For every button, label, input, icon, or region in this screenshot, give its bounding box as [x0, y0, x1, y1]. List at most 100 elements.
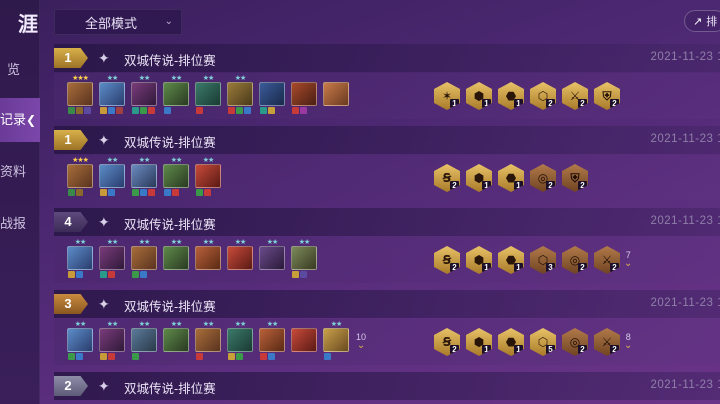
champion-unit[interactable]: ★★: [162, 75, 190, 117]
more-traits-toggle[interactable]: 7 ⌄: [624, 250, 632, 269]
match-card[interactable]: 4 ✦ 双城传说-排位赛 2021-11-23 1 ★★ ★★ ★★ ★★ ★★…: [54, 208, 720, 286]
match-card[interactable]: 1 ✦ 双城传说-排位赛 2021-11-23 1 ★★★ ★★ ★★ ★★ ★…: [54, 44, 720, 122]
champion-unit[interactable]: ★★: [226, 321, 254, 363]
trait-badge[interactable]: ◎ 2: [530, 164, 556, 192]
trait-badge[interactable]: Ꞩ2: [434, 164, 460, 192]
champion-unit[interactable]: ★★: [130, 321, 158, 363]
trait-badge[interactable]: ⬡ 5: [530, 328, 556, 356]
trait-count: 2: [610, 99, 619, 108]
champion-unit[interactable]: [258, 75, 286, 117]
sidebar: 涯 览 记录 ❮ 资料 战报: [0, 0, 40, 404]
trait-count: 5: [546, 345, 555, 354]
champion-unit[interactable]: ★★: [258, 239, 286, 281]
champion-unit[interactable]: [322, 75, 350, 117]
trait-badge[interactable]: ⬢ 1: [466, 246, 492, 274]
chevron-left-icon: ❮: [26, 113, 37, 127]
trait-badge[interactable]: ⛨ 2: [594, 82, 620, 110]
champion-unit[interactable]: ★★: [162, 321, 190, 363]
placement-badge: 2: [54, 376, 88, 396]
trait-badge[interactable]: ⬡ 2: [530, 82, 556, 110]
sidebar-item-overview[interactable]: 览: [0, 48, 40, 92]
unit-list: ★★★ ★★ ★★ ★★ ★★ ★★: [66, 75, 350, 117]
match-card[interactable]: 3 ✦ 双城传说-排位赛 2021-11-23 1 ★★ ★★ ★★ ★★ ★★…: [54, 290, 720, 368]
trait-count: 2: [610, 345, 619, 354]
sidebar-item-label: 览: [6, 62, 20, 77]
match-card[interactable]: 1 ✦ 双城传说-排位赛 2021-11-23 1 ★★★ ★★ ★★ ★★ ★…: [54, 126, 720, 204]
rank-trend-button[interactable]: ↗ 排: [684, 10, 720, 32]
trait-badge[interactable]: ◎ 2: [562, 246, 588, 274]
match-header: 2 ✦ 双城传说-排位赛 2021-11-23 1: [54, 372, 720, 400]
mode-emblem-icon: ✦: [98, 296, 110, 312]
champion-unit[interactable]: ★★: [194, 321, 222, 363]
trait-badge[interactable]: Ꞩ2: [434, 246, 460, 274]
trait-list: Ꞩ2 ⬢ 1 ⬣ 1 ⬡ 3 ◎ 2 ⚔ 2: [434, 246, 620, 274]
match-mode: 双城传说-排位赛: [124, 218, 216, 232]
champion-unit[interactable]: ★★: [258, 321, 286, 363]
trait-count: 2: [578, 181, 587, 190]
champion-unit[interactable]: [290, 321, 318, 363]
champion-unit[interactable]: ★★: [130, 75, 158, 117]
more-traits-toggle[interactable]: 8 ⌄: [624, 332, 632, 351]
trait-badge[interactable]: ⚔ 2: [594, 328, 620, 356]
champion-unit[interactable]: ★★★: [66, 75, 94, 117]
trait-count: 1: [514, 345, 523, 354]
trait-badge[interactable]: ⚔ 2: [562, 82, 588, 110]
champion-unit[interactable]: ★★: [194, 239, 222, 281]
champion-unit[interactable]: ★★: [66, 239, 94, 281]
mode-filter-value: 全部模式: [85, 15, 138, 31]
trait-badge[interactable]: ⛨ 2: [562, 164, 588, 192]
trait-badge[interactable]: ⬢ 1: [466, 82, 492, 110]
trait-badge[interactable]: Ꞩ2: [434, 328, 460, 356]
sidebar-item-reports[interactable]: 战报: [0, 202, 40, 246]
match-card[interactable]: 2 ✦ 双城传说-排位赛 2021-11-23 1: [54, 372, 720, 404]
champion-unit[interactable]: ★★: [194, 75, 222, 117]
champion-unit[interactable]: ★★: [98, 157, 126, 199]
more-units-toggle[interactable]: 10 ⌄: [356, 332, 366, 351]
mode-emblem-icon: ✦: [98, 132, 110, 148]
trait-badge[interactable]: ⚔ 2: [594, 246, 620, 274]
champion-unit[interactable]: ★★: [162, 239, 190, 281]
match-mode: 双城传说-排位赛: [124, 136, 216, 150]
trait-badge[interactable]: ⬢ 1: [466, 164, 492, 192]
champion-unit[interactable]: [290, 75, 318, 117]
trait-badge[interactable]: ◎ 2: [562, 328, 588, 356]
champion-unit[interactable]: ★★: [98, 321, 126, 363]
sidebar-item-profile[interactable]: 资料: [0, 150, 40, 194]
match-date: 2021-11-23 1: [650, 297, 720, 309]
match-body: ★★ ★★ ★★ ★★ ★★ ★★ ★★ ★★ Ꞩ2 ⬢ 1 ⬣ 1 ⬡ 3 ◎ 2 ⚔…: [54, 237, 720, 283]
champion-unit[interactable]: ★★: [194, 157, 222, 199]
champion-unit[interactable]: ★★: [130, 157, 158, 199]
champion-unit[interactable]: ★★: [66, 321, 94, 363]
champion-unit[interactable]: ★★: [98, 75, 126, 117]
champion-unit[interactable]: ★★: [98, 239, 126, 281]
champion-unit[interactable]: ★★: [290, 239, 318, 281]
match-date: 2021-11-23 1: [650, 215, 720, 227]
match-date: 2021-11-23 1: [650, 51, 720, 63]
rank-button-label: 排: [706, 16, 718, 28]
trait-badge[interactable]: ⬣ 1: [498, 82, 524, 110]
mode-filter-select[interactable]: 全部模式 ⌄: [54, 9, 182, 35]
champion-unit[interactable]: ★★: [226, 75, 254, 117]
match-mode: 双城传说-排位赛: [124, 54, 216, 68]
champion-unit[interactable]: ★★: [162, 157, 190, 199]
sidebar-item-label: 资料: [0, 164, 27, 179]
trait-badge[interactable]: ⬣ 1: [498, 328, 524, 356]
trait-list: ✶ 1 ⬢ 1 ⬣ 1 ⬡ 2 ⚔ 2 ⛨ 2: [434, 82, 620, 110]
trait-count: 2: [450, 345, 459, 354]
trait-count: 1: [450, 99, 459, 108]
trait-badge[interactable]: ⬣ 1: [498, 246, 524, 274]
trait-badge[interactable]: ⬣ 1: [498, 164, 524, 192]
champion-unit[interactable]: ★★★: [66, 157, 94, 199]
sidebar-item-records[interactable]: 记录 ❮: [0, 98, 40, 142]
trait-count: 1: [482, 181, 491, 190]
champion-unit[interactable]: ★★: [130, 239, 158, 281]
trait-badge[interactable]: ⬡ 3: [530, 246, 556, 274]
trait-badge[interactable]: ✶ 1: [434, 82, 460, 110]
unit-list: ★★★ ★★ ★★ ★★ ★★: [66, 157, 222, 199]
champion-unit[interactable]: ★★: [226, 239, 254, 281]
trait-badge[interactable]: ⬢ 1: [466, 328, 492, 356]
champion-unit[interactable]: ★★: [322, 321, 350, 363]
trait-count: 1: [514, 181, 523, 190]
match-mode: 双城传说-排位赛: [124, 382, 216, 396]
trait-count: 1: [514, 263, 523, 272]
